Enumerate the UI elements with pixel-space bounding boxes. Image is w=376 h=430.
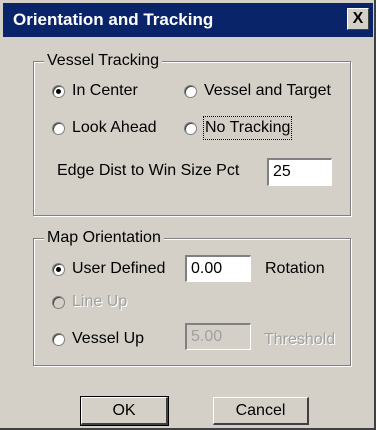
radio-button[interactable]: [184, 121, 197, 135]
title-bar[interactable]: Orientation and Tracking X: [3, 3, 373, 37]
radio-user-defined[interactable]: User Defined: [52, 257, 165, 281]
radio-look-ahead-label: Look Ahead: [72, 119, 157, 136]
radio-vessel-and-target[interactable]: Vessel and Target: [184, 79, 331, 103]
radio-vessel-and-target-label: Vessel and Target: [204, 82, 331, 99]
radio-line-up[interactable]: Line Up: [52, 290, 127, 314]
edge-dist-input[interactable]: 25: [267, 158, 332, 186]
dialog-window: Orientation and Tracking X Vessel Tracki…: [0, 0, 376, 430]
dialog-title: Orientation and Tracking: [13, 10, 214, 29]
edge-dist-label: Edge Dist to Win Size Pct: [57, 162, 240, 179]
radio-vessel-up-label: Vessel Up: [72, 330, 145, 347]
close-icon: X: [352, 10, 364, 27]
radio-in-center-label: In Center: [72, 82, 138, 99]
radio-no-tracking[interactable]: No Tracking: [184, 116, 293, 140]
map-orientation-title: Map Orientation: [44, 228, 164, 248]
ok-button[interactable]: OK: [80, 396, 169, 426]
radio-button[interactable]: [52, 332, 65, 346]
radio-button[interactable]: [52, 295, 65, 309]
threshold-label: Threshold: [264, 331, 336, 348]
cancel-button[interactable]: Cancel: [213, 397, 309, 425]
radio-button[interactable]: [52, 84, 65, 98]
radio-button[interactable]: [52, 262, 65, 276]
radio-button[interactable]: [52, 121, 65, 135]
radio-user-defined-label: User Defined: [72, 260, 166, 277]
close-button[interactable]: X: [347, 8, 369, 30]
rotation-label: Rotation: [265, 260, 325, 277]
radio-no-tracking-label: No Tracking: [202, 116, 293, 140]
radio-button[interactable]: [184, 84, 197, 98]
radio-vessel-up[interactable]: Vessel Up: [52, 327, 144, 351]
vessel-tracking-title: Vessel Tracking: [44, 51, 163, 71]
radio-line-up-label: Line Up: [72, 293, 128, 310]
radio-look-ahead[interactable]: Look Ahead: [52, 116, 157, 140]
radio-in-center[interactable]: In Center: [52, 79, 138, 103]
rotation-input[interactable]: 0.00: [185, 255, 251, 282]
threshold-input[interactable]: 5.00: [185, 323, 251, 350]
